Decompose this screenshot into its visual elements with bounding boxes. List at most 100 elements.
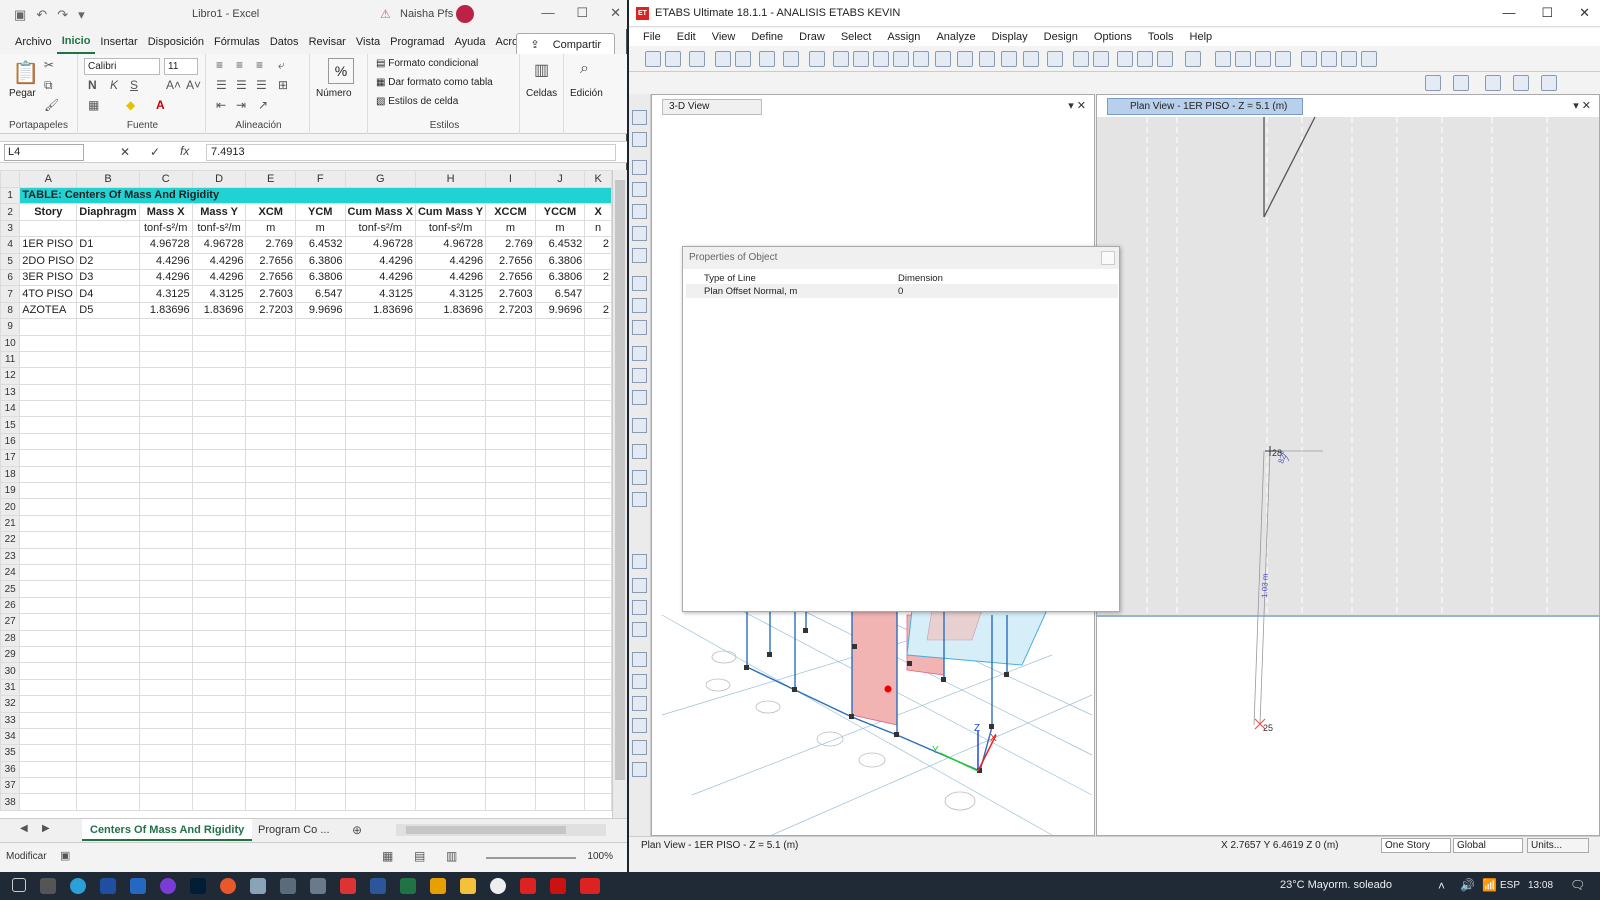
- empty-cell[interactable]: [191, 547, 247, 565]
- empty-cell[interactable]: [19, 645, 78, 664]
- empty-cell[interactable]: [191, 318, 247, 336]
- empty-cell[interactable]: [138, 645, 193, 664]
- empty-cell[interactable]: [294, 793, 346, 811]
- empty-cell[interactable]: [584, 498, 612, 516]
- row-header[interactable]: 26: [0, 596, 21, 615]
- empty-cell[interactable]: [191, 432, 247, 451]
- excel-icon[interactable]: [400, 878, 416, 894]
- data-cell[interactable]: 6.3806: [294, 252, 346, 270]
- zoom-level[interactable]: 100%: [587, 851, 613, 862]
- empty-cell[interactable]: [245, 629, 296, 647]
- row-header[interactable]: 28: [0, 629, 21, 647]
- snap-perpendicular-icon[interactable]: [632, 718, 647, 733]
- sheet-table[interactable]: A B C D E F G H I J K 1 TABLE: Centers Of Mass And R…: [0, 170, 612, 811]
- empty-cell[interactable]: [138, 334, 193, 352]
- empty-cell[interactable]: [294, 482, 346, 500]
- tab-inicio[interactable]: Inicio: [56, 30, 96, 54]
- data-cell[interactable]: 6.4532: [294, 236, 346, 254]
- empty-cell[interactable]: [584, 465, 612, 484]
- empty-cell[interactable]: [294, 580, 346, 598]
- empty-cell[interactable]: [344, 678, 416, 697]
- column-header[interactable]: A: [19, 170, 78, 188]
- column-title-cell[interactable]: XCCM: [485, 203, 536, 221]
- menu-file[interactable]: File: [635, 31, 669, 43]
- wifi-icon[interactable]: 📶: [1482, 878, 1497, 892]
- empty-cell[interactable]: [294, 432, 346, 451]
- data-cell[interactable]: 4.3125: [138, 285, 193, 303]
- app-icon[interactable]: [280, 878, 296, 894]
- empty-cell[interactable]: [534, 432, 586, 451]
- unit-cell[interactable]: tonf-s²/m: [138, 219, 193, 238]
- empty-cell[interactable]: [191, 580, 247, 598]
- unit-cell[interactable]: n: [584, 219, 612, 238]
- empty-cell[interactable]: [344, 383, 416, 402]
- empty-cell[interactable]: [191, 449, 247, 467]
- empty-cell[interactable]: [138, 793, 193, 811]
- move-up-icon[interactable]: [1073, 51, 1089, 67]
- row-header[interactable]: 24: [0, 563, 21, 582]
- empty-cell[interactable]: [414, 760, 487, 779]
- italic-icon[interactable]: K: [110, 78, 118, 92]
- table-title-cell[interactable]: TABLE: Centers Of Mass And Rigidity: [19, 186, 612, 205]
- empty-cell[interactable]: [534, 318, 586, 336]
- empty-cell[interactable]: [485, 482, 536, 500]
- empty-cell[interactable]: [76, 383, 140, 402]
- empty-cell[interactable]: [584, 695, 612, 713]
- paste-label[interactable]: Pegar: [9, 88, 36, 99]
- empty-cell[interactable]: [485, 416, 536, 434]
- zoom-out-icon[interactable]: [873, 51, 889, 67]
- data-cell[interactable]: D1: [76, 236, 140, 254]
- draw-slab-icon[interactable]: [1321, 51, 1337, 67]
- unit-cell[interactable]: m: [534, 219, 586, 238]
- empty-cell[interactable]: [584, 645, 612, 664]
- dialog-title[interactable]: Properties of Object: [683, 247, 1119, 269]
- notification-icon[interactable]: 🗨: [1570, 878, 1585, 892]
- row-header[interactable]: 31: [0, 678, 21, 697]
- empty-cell[interactable]: [485, 449, 536, 467]
- firefox-icon[interactable]: [220, 878, 236, 894]
- empty-cell[interactable]: [191, 711, 247, 729]
- empty-cell[interactable]: [294, 498, 346, 516]
- quick-column-icon[interactable]: [632, 226, 647, 241]
- empty-cell[interactable]: [414, 449, 487, 467]
- empty-cell[interactable]: [534, 695, 586, 713]
- empty-cell[interactable]: [19, 350, 78, 369]
- revit-icon[interactable]: [100, 878, 116, 894]
- maximize-icon[interactable]: ☐: [576, 5, 588, 21]
- empty-cell[interactable]: [19, 744, 78, 762]
- empty-cell[interactable]: [191, 744, 247, 762]
- empty-cell[interactable]: [534, 350, 586, 369]
- data-cell[interactable]: 4TO PISO: [19, 285, 78, 303]
- group-numero[interactable]: % Número: [312, 54, 368, 134]
- empty-cell[interactable]: [76, 449, 140, 467]
- app-icon[interactable]: [310, 878, 326, 894]
- empty-cell[interactable]: [294, 563, 346, 582]
- vertical-scrollbar[interactable]: [612, 170, 627, 818]
- empty-cell[interactable]: [584, 613, 612, 631]
- empty-cell[interactable]: [294, 465, 346, 484]
- celdas-button[interactable]: ▥ Celdas: [522, 54, 564, 134]
- empty-cell[interactable]: [76, 613, 140, 631]
- column-title-cell[interactable]: YCM: [294, 203, 346, 221]
- menu-options[interactable]: Options: [1086, 31, 1140, 43]
- row-header[interactable]: 21: [0, 514, 21, 533]
- row-header[interactable]: 38: [0, 793, 21, 811]
- empty-cell[interactable]: [534, 744, 586, 762]
- redo-icon[interactable]: [735, 51, 751, 67]
- run-analysis-icon[interactable]: [809, 51, 825, 67]
- empty-cell[interactable]: [414, 777, 487, 795]
- menu-display[interactable]: Display: [984, 31, 1036, 43]
- data-cell[interactable]: 1.83696: [191, 301, 247, 320]
- volume-icon[interactable]: 🔊: [1460, 878, 1475, 892]
- empty-cell[interactable]: [245, 334, 296, 352]
- empty-cell[interactable]: [138, 678, 193, 697]
- empty-cell[interactable]: [414, 563, 487, 582]
- empty-cell[interactable]: [76, 350, 140, 369]
- cell-styles-button[interactable]: ▧ Estilos de celda: [376, 96, 458, 107]
- empty-cell[interactable]: [534, 580, 586, 598]
- data-cell[interactable]: 4.4296: [344, 252, 416, 270]
- empty-cell[interactable]: [245, 531, 296, 549]
- empty-cell[interactable]: [76, 367, 140, 385]
- open-icon[interactable]: [665, 51, 681, 67]
- empty-cell[interactable]: [414, 465, 487, 484]
